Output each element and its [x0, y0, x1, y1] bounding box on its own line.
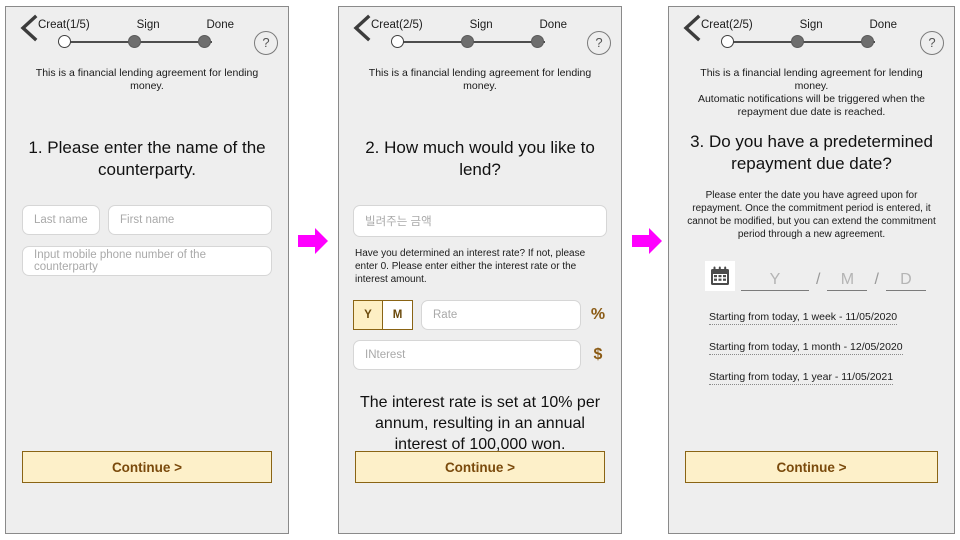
screens-canvas: Creat(1/5) Sign Done ? This is a financi… [0, 0, 960, 540]
stepper-track [699, 35, 899, 49]
interest-amount-input[interactable]: INterest [353, 340, 581, 370]
period-toggle-group: Y M [353, 300, 413, 330]
help-icon[interactable]: ? [587, 31, 611, 55]
help-icon[interactable]: ? [920, 31, 944, 55]
step-dot-sign[interactable] [128, 35, 141, 48]
screen-2-panel: Creat(2/5) Sign Done ? This is a financi… [338, 6, 622, 534]
due-date-month-input[interactable]: M [827, 271, 868, 291]
percent-unit-label: % [590, 306, 606, 323]
step-label-done: Done [869, 19, 898, 31]
currency-unit-label: $ [593, 346, 603, 363]
progress-stepper: Creat(1/5) Sign Done [36, 19, 236, 49]
screen-3-helper-text: Please enter the date you have agreed up… [687, 190, 936, 240]
stepper-track [36, 35, 236, 49]
step-dot-create[interactable] [721, 35, 734, 48]
step-dot-done[interactable] [198, 35, 211, 48]
stepper-labels: Creat(2/5) Sign Done [699, 19, 899, 31]
progress-stepper: Creat(2/5) Sign Done [699, 19, 899, 49]
stepper-labels: Creat(2/5) Sign Done [369, 19, 569, 31]
date-preset-1-month[interactable]: Starting from today, 1 month - 12/05/202… [709, 341, 903, 355]
continue-button[interactable]: Continue > [685, 451, 938, 483]
calendar-icon[interactable] [705, 261, 735, 291]
toggle-month[interactable]: M [383, 300, 413, 330]
step-dot-create[interactable] [391, 35, 404, 48]
due-date-row: Y / M / D [669, 261, 954, 291]
due-date-year-input[interactable]: Y [741, 271, 809, 291]
step-dot-done[interactable] [861, 35, 874, 48]
step-dot-sign[interactable] [791, 35, 804, 48]
date-separator-2: / [874, 271, 879, 288]
screen-1-question: 1. Please enter the name of the counterp… [28, 138, 266, 179]
flow-arrow-icon [630, 226, 664, 256]
screen-3-notice: This is a financial lending agreement fo… [697, 67, 926, 118]
step-dot-sign[interactable] [461, 35, 474, 48]
interest-rate-row: Y M Rate % [353, 300, 607, 330]
step-label-create: Creat(2/5) [701, 19, 753, 31]
help-icon[interactable]: ? [254, 31, 278, 55]
first-name-input[interactable]: First name [108, 205, 272, 235]
step-dot-done[interactable] [531, 35, 544, 48]
screen-3-panel: Creat(2/5) Sign Done ? This is a financi… [668, 6, 955, 534]
date-presets-list: Starting from today, 1 week - 11/05/2020… [709, 307, 954, 385]
progress-stepper: Creat(2/5) Sign Done [369, 19, 569, 49]
screen-1-header: Creat(1/5) Sign Done ? [6, 7, 288, 63]
last-name-input[interactable]: Last name [22, 205, 100, 235]
screen-3-header: Creat(2/5) Sign Done ? [669, 7, 954, 63]
step-label-sign: Sign [799, 19, 823, 31]
interest-summary-text: The interest rate is set at 10% per annu… [359, 394, 601, 453]
name-fields-row: Last name First name [22, 205, 272, 235]
screen-2-notice: This is a financial lending agreement fo… [368, 67, 592, 92]
step-label-sign: Sign [469, 19, 493, 31]
step-label-done: Done [206, 19, 235, 31]
continue-button[interactable]: Continue > [355, 451, 605, 483]
screen-3-question: 3. Do you have a predetermined repayment… [690, 132, 933, 173]
date-preset-1-year[interactable]: Starting from today, 1 year - 11/05/2021 [709, 371, 894, 385]
toggle-year[interactable]: Y [353, 300, 383, 330]
screen-2-header: Creat(2/5) Sign Done ? [339, 7, 621, 63]
screen-1-notice: This is a financial lending agreement fo… [35, 67, 259, 92]
date-preset-1-week[interactable]: Starting from today, 1 week - 11/05/2020 [709, 311, 898, 325]
rate-input[interactable]: Rate [421, 300, 581, 330]
due-date-day-input[interactable]: D [885, 271, 926, 291]
screen-1-panel: Creat(1/5) Sign Done ? This is a financi… [5, 6, 289, 534]
lend-amount-input[interactable]: 빌려주는 금액 [353, 205, 607, 237]
continue-button[interactable]: Continue > [22, 451, 272, 483]
step-label-sign: Sign [136, 19, 160, 31]
step-dot-create[interactable] [58, 35, 71, 48]
step-label-create: Creat(1/5) [38, 19, 90, 31]
screen-2-question: 2. How much would you like to lend? [365, 138, 595, 179]
flow-arrow-icon [296, 226, 330, 256]
interest-amount-row: INterest $ [353, 340, 607, 370]
stepper-labels: Creat(1/5) Sign Done [36, 19, 236, 31]
phone-number-input[interactable]: Input mobile phone number of the counter… [22, 246, 272, 276]
stepper-track [369, 35, 569, 49]
date-separator-1: / [816, 271, 821, 288]
step-label-done: Done [539, 19, 568, 31]
step-label-create: Creat(2/5) [371, 19, 423, 31]
screen-2-helper-text: Have you determined an interest rate? If… [355, 248, 586, 285]
